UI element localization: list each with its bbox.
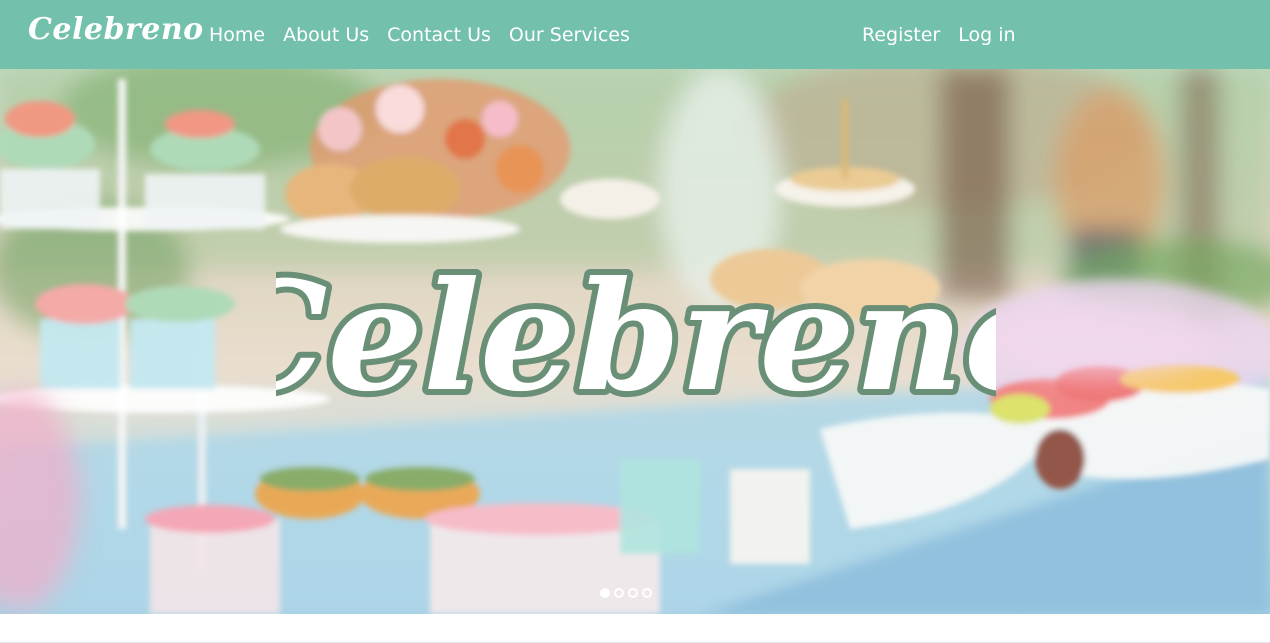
carousel-dot-3[interactable]	[628, 588, 638, 598]
login-link[interactable]: Log in	[958, 24, 1015, 46]
carousel-dot-2[interactable]	[614, 588, 624, 598]
nav-contact-us-link[interactable]: Contact Us	[387, 24, 491, 46]
primary-nav: Home About Us Contact Us Our Services	[209, 0, 630, 69]
carousel-dot-4[interactable]	[642, 588, 652, 598]
nav-about-us-link[interactable]: About Us	[283, 24, 369, 46]
brand-logo-link[interactable]: Celebreno	[28, 12, 204, 47]
celebreno-hero-logo: Celebreno	[276, 243, 996, 431]
hero-logo-text: Celebreno	[276, 249, 996, 425]
carousel-indicators	[600, 588, 652, 598]
account-nav: Register Log in	[862, 0, 1016, 69]
page-content-start	[0, 614, 1270, 643]
top-navbar: Celebreno Home About Us Contact Us Our S…	[0, 0, 1270, 69]
carousel-dot-1[interactable]	[600, 588, 610, 598]
nav-our-services-link[interactable]: Our Services	[509, 24, 630, 46]
register-link[interactable]: Register	[862, 24, 940, 46]
nav-home-link[interactable]: Home	[209, 24, 265, 46]
hero-carousel[interactable]: Celebreno	[0, 69, 1270, 614]
